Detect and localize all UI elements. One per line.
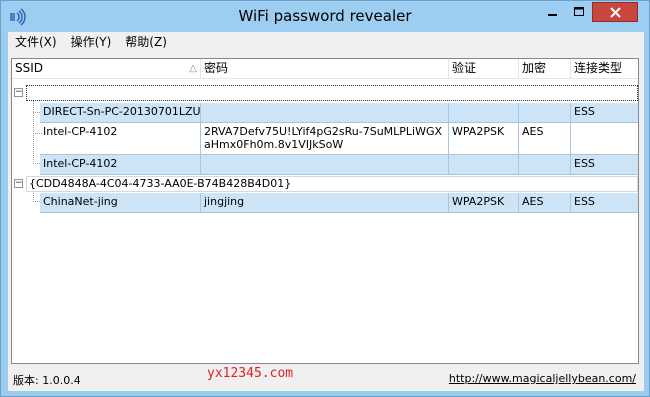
website-link[interactable]: http://www.magicaljellybean.com/ xyxy=(449,372,636,385)
close-icon xyxy=(609,6,621,18)
group-label: {CDD4848A-4C04-4733-AA0E-B74B428B4D01} xyxy=(26,176,638,192)
column-connection-type[interactable]: 连接类型 xyxy=(571,59,638,79)
column-auth[interactable]: 验证 xyxy=(449,59,519,79)
menu-help[interactable]: 帮助(Z) xyxy=(118,33,174,51)
auth-cell: WPA2PSK xyxy=(449,123,519,155)
indent-cell xyxy=(12,103,40,123)
menu-file[interactable]: 文件(X) xyxy=(8,33,64,51)
ssid-cell: Intel-CP-4102 xyxy=(40,155,201,175)
menu-bar: 文件(X) 操作(Y) 帮助(Z) xyxy=(8,32,644,52)
indent-cell xyxy=(12,155,40,175)
collapse-icon[interactable]: − xyxy=(14,88,23,97)
type-cell: ESS xyxy=(571,103,638,123)
sort-ascending-icon: △ xyxy=(189,63,197,74)
indent-cell xyxy=(12,123,40,155)
network-tree-list[interactable]: SSID △ 密码 验证 加密 连接类型 − DIRECT-Sn-PC-2013… xyxy=(11,58,639,364)
auth-cell xyxy=(449,155,519,175)
maximize-button[interactable] xyxy=(566,2,592,22)
password-cell xyxy=(201,103,449,123)
encryption-cell xyxy=(519,155,571,175)
auth-cell: WPA2PSK xyxy=(449,193,519,213)
password-cell: jingjing xyxy=(201,193,449,213)
minimize-icon xyxy=(547,14,557,16)
version-label: 版本: 1.0.0.4 xyxy=(13,374,81,387)
column-password[interactable]: 密码 xyxy=(201,59,449,79)
title-bar[interactable]: WiFi password revealer xyxy=(1,1,649,32)
menu-operate[interactable]: 操作(Y) xyxy=(64,33,119,51)
type-cell: ESS xyxy=(571,193,638,213)
encryption-cell: AES xyxy=(519,123,571,155)
column-ssid-label: SSID xyxy=(15,61,44,75)
status-bar: 版本: 1.0.0.4 http://www.magicaljellybean.… xyxy=(8,368,644,388)
encryption-cell: AES xyxy=(519,193,571,213)
group-row[interactable]: − {CDD4848A-4C04-4733-AA0E-B74B428B4D01} xyxy=(12,175,638,193)
column-header: SSID △ 密码 验证 加密 连接类型 xyxy=(12,59,638,79)
watermark-text: yx12345.com xyxy=(207,366,294,381)
table-row[interactable]: ChinaNet-jing jingjing WPA2PSK AES ESS xyxy=(12,193,638,213)
table-row[interactable]: Intel-CP-4102 ESS xyxy=(12,155,638,175)
type-cell xyxy=(571,123,638,155)
minimize-button[interactable] xyxy=(539,2,566,22)
encryption-cell xyxy=(519,103,571,123)
ssid-cell: Intel-CP-4102 xyxy=(40,123,201,155)
collapse-icon[interactable]: − xyxy=(14,179,23,188)
maximize-icon xyxy=(574,7,584,16)
indent-cell xyxy=(12,193,40,213)
ssid-cell: DIRECT-Sn-PC-20130701LZUD xyxy=(40,103,201,123)
table-row[interactable]: DIRECT-Sn-PC-20130701LZUD ESS xyxy=(12,103,638,123)
group-row[interactable]: − xyxy=(12,84,638,102)
group-label xyxy=(26,85,638,101)
column-encryption[interactable]: 加密 xyxy=(519,59,571,79)
password-cell: 2RVA7Defv75U!LYif4pG2sRu-7SuMLPLiWGXaHmx… xyxy=(201,123,449,155)
app-window: WiFi password revealer 文件(X) 操作(Y) 帮助(Z) xyxy=(0,0,650,397)
ssid-cell: ChinaNet-jing xyxy=(40,193,201,213)
client-area: SSID △ 密码 验证 加密 连接类型 − DIRECT-Sn-PC-2013… xyxy=(8,52,644,391)
close-button[interactable] xyxy=(592,2,638,22)
column-ssid[interactable]: SSID △ xyxy=(12,59,201,79)
auth-cell xyxy=(449,103,519,123)
password-cell xyxy=(201,155,449,175)
table-row[interactable]: Intel-CP-4102 2RVA7Defv75U!LYif4pG2sRu-7… xyxy=(12,123,638,155)
type-cell: ESS xyxy=(571,155,638,175)
